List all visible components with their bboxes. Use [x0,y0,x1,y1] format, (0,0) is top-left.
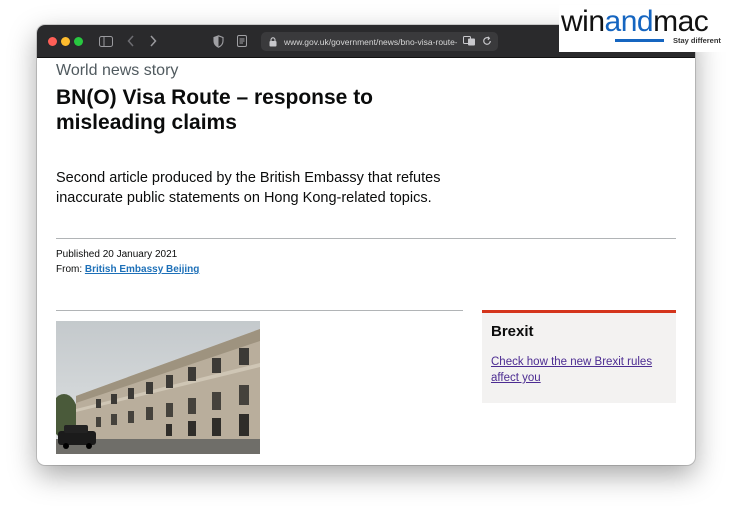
zoom-window-button[interactable] [74,37,83,46]
brexit-callout: Brexit Check how the new Brexit rules af… [482,310,676,403]
brexit-rules-link[interactable]: Check how the new Brexit rules affect yo… [491,354,669,386]
page-title: BN(O) Visa Route – response to misleadin… [56,86,374,134]
article-context: World news story [56,62,179,79]
minimize-window-button[interactable] [61,37,70,46]
logo-tagline: Stay different [673,36,721,45]
winandmac-logo: winandmac Stay different [559,5,729,52]
lock-icon [269,36,279,48]
from-line: From: British Embassy Beijing [56,264,199,275]
reader-icon[interactable] [235,33,249,49]
back-icon[interactable] [125,33,137,49]
logo-wordmark: winandmac [561,5,709,38]
brexit-title: Brexit [491,323,534,340]
forward-icon[interactable] [147,33,159,49]
url-text[interactable]: www.gov.uk/government/news/bno-visa-rout… [284,37,457,47]
reload-icon[interactable] [482,33,492,51]
section-divider [56,238,676,239]
close-window-button[interactable] [48,37,57,46]
article-lead: Second article produced by the British E… [56,170,441,206]
organisation-link[interactable]: British Embassy Beijing [85,264,199,275]
browser-window: www.gov.uk/government/news/bno-visa-rout… [37,25,695,465]
translate-icon[interactable] [463,33,476,51]
content-divider [56,310,463,311]
logo-underline [615,39,664,42]
article-image [56,321,260,454]
from-label: From: [56,264,83,275]
address-bar[interactable]: www.gov.uk/government/news/bno-visa-rout… [261,32,498,51]
sidebar-icon[interactable] [98,33,114,49]
page-content: World news story BN(O) Visa Route – resp… [56,58,676,465]
shield-icon[interactable] [211,33,225,49]
published-date: Published 20 January 2021 [56,249,178,260]
